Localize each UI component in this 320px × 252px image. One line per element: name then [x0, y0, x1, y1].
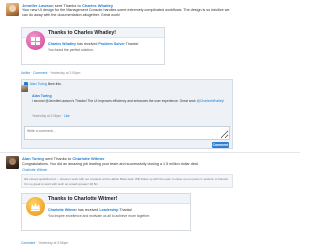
badge-suffix: Thanks! [119, 208, 133, 212]
shared-post-line: We closed quickblooms! -- Great to work … [24, 177, 229, 181]
post-actions: Comment · Yesterday at 3:56pm [21, 241, 69, 245]
avatar[interactable] [6, 3, 19, 16]
author-link[interactable]: Alan Turing [22, 156, 44, 161]
comment-timestamp: Yesterday at 2:08pm [32, 114, 62, 118]
comment-input[interactable] [24, 126, 230, 140]
post-actions: Unlike · Comment · Yesterday at 2:06pm [21, 71, 81, 75]
crown-icon [31, 203, 40, 211]
shared-post: We closed quickblooms! -- Great to work … [21, 174, 233, 188]
post-message-line: Congratulations. You did an amazing job … [22, 162, 199, 166]
comment-link[interactable]: Comment [21, 241, 35, 245]
post-timestamp: Yesterday at 3:56pm [38, 241, 69, 245]
comment-text: I second @JenniferLawson's Thanks! The U… [32, 99, 228, 103]
post-divider [0, 152, 300, 153]
problem-solver-badge-icon [26, 31, 45, 50]
comment-link[interactable]: Comment [33, 71, 47, 75]
likes-row: Alan Turing likes this. [24, 82, 62, 87]
thanks-card-subtext: You inspire excellence and motivate us a… [48, 214, 151, 218]
commenter-link[interactable]: Alan Turing [32, 94, 52, 98]
post-header: Alan Turing sent Thanks to Charlotte Wit… [22, 156, 105, 161]
thanks-card-title: Thanks to Charles Whatley! [48, 30, 117, 36]
thanks-card-line: Charlotte Witmer has received Leadership… [48, 208, 132, 212]
post-message-line: can do away with the documentation altog… [22, 13, 120, 17]
badge-recipient-link[interactable]: Charlotte Witmer [48, 208, 77, 212]
unlike-link[interactable]: Unlike [21, 71, 30, 75]
shared-author-link[interactable]: Charlotte Witmer [22, 168, 47, 173]
puzzle-icon [31, 37, 40, 45]
thanks-card: Thanks to Charlotte Witmer! Charlotte Wi… [21, 193, 191, 231]
liker-link[interactable]: Alan Turing [30, 82, 47, 86]
likes-suffix: likes this. [47, 82, 62, 86]
shared-post-line: It is so great to work with such an amaz… [24, 182, 99, 186]
shared-author-name[interactable]: Charlotte Witmer [22, 168, 47, 172]
mention-link[interactable]: @CharlesWhatley! [197, 99, 225, 103]
post-timestamp: Yesterday at 2:06pm [50, 71, 81, 75]
badge-name-link[interactable]: Leadership [99, 208, 118, 212]
thanks-card-line: Charles Whatley has received Problem Sol… [48, 42, 138, 46]
avatar[interactable] [21, 85, 28, 92]
comment-meta: Yesterday at 2:08pm · Like [32, 114, 70, 118]
recipient-link[interactable]: Charlotte Witmer [72, 156, 104, 161]
badge-text: has received [76, 42, 98, 46]
leadership-badge-icon [26, 197, 45, 216]
thanks-card: Thanks to Charles Whatley! Charles Whatl… [21, 27, 165, 65]
thanks-card-subtext: You found the perfect solution. [48, 48, 94, 52]
badge-text: has received [77, 208, 99, 212]
thanks-card-title: Thanks to Charlotte Witmer! [48, 196, 118, 202]
post-action-text: sent Thanks to [45, 156, 72, 161]
badge-suffix: Thanks! [125, 42, 139, 46]
comment-panel: Alan Turing likes this. Alan Turing I se… [21, 79, 233, 149]
comment-like-link[interactable]: Like [64, 114, 70, 118]
badge-name-link[interactable]: Problem Solver [98, 42, 124, 46]
comment-text-line: I second @JenniferLawson's Thanks! The U… [32, 99, 196, 103]
submit-comment-button[interactable]: Comment [212, 142, 229, 148]
avatar[interactable] [6, 156, 19, 169]
badge-recipient-link[interactable]: Charles Whatley [48, 42, 76, 46]
